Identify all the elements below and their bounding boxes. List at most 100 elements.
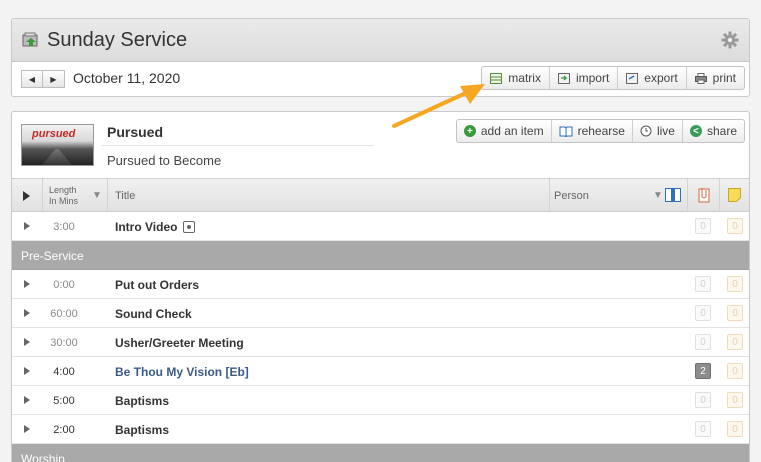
attachment-count[interactable]: 0 — [695, 276, 711, 292]
plan-items: 3:00 Intro Video 0 0 Pre-Service 0:00 Pu… — [12, 212, 749, 462]
section-header[interactable]: Worship — [12, 444, 749, 462]
table-row[interactable]: 5:00 Baptisms 0 0 — [12, 386, 749, 415]
plan-title: Pursued — [107, 124, 164, 140]
expand-triangle-icon[interactable] — [24, 338, 30, 346]
item-title-text: Intro Video — [115, 220, 178, 234]
item-title[interactable]: Baptisms — [115, 394, 169, 408]
attachment-count[interactable]: 0 — [695, 421, 711, 437]
page-title: Sunday Service — [47, 29, 188, 51]
print-label: print — [712, 71, 736, 85]
thumbnail-road — [42, 149, 72, 165]
item-title[interactable]: Usher/Greeter Meeting — [115, 336, 244, 350]
item-title[interactable]: Sound Check — [115, 307, 192, 321]
item-title[interactable]: Put out Orders — [115, 278, 199, 292]
note-count[interactable]: 0 — [727, 334, 743, 350]
clock-icon — [640, 125, 652, 137]
note-count[interactable]: 0 — [727, 392, 743, 408]
item-length: 5:00 — [53, 395, 75, 407]
import-button[interactable]: import — [548, 67, 617, 89]
annotation-arrow-icon — [392, 84, 485, 128]
plan-header-panel: Sunday Service ◀ ▶ October 11, 2020 matr… — [11, 18, 750, 97]
expand-triangle-icon[interactable] — [24, 280, 30, 288]
service-type-icon — [22, 32, 38, 47]
plan-actions: + add an item rehearse live < share — [455, 119, 745, 143]
plan-info: pursued Pursued Pursued to Become + add … — [12, 112, 749, 178]
item-title[interactable]: Baptisms — [115, 423, 169, 437]
section-title: Pre-Service — [21, 249, 84, 263]
live-label: live — [656, 124, 675, 138]
attachment-count[interactable]: 0 — [695, 392, 711, 408]
title-bar: Sunday Service — [12, 19, 749, 62]
thumbnail-logo-text: pursued — [32, 128, 76, 140]
share-icon: < — [689, 125, 702, 137]
share-label: share — [706, 124, 737, 138]
plan-subtitle: Pursued to Become — [107, 153, 222, 168]
song-title-link[interactable]: Be Thou My Vision [Eb] — [115, 365, 249, 379]
note-icon[interactable] — [728, 188, 741, 202]
rehearse-label: rehearse — [577, 124, 625, 138]
gear-icon[interactable] — [721, 31, 739, 49]
table-row[interactable]: 30:00 Usher/Greeter Meeting 0 0 — [12, 328, 749, 357]
expand-triangle-icon[interactable] — [24, 222, 30, 230]
book-icon — [559, 126, 573, 137]
note-count[interactable]: 0 — [727, 305, 743, 321]
columns-icon[interactable] — [665, 188, 681, 202]
import-label: import — [575, 71, 610, 85]
export-icon — [626, 72, 639, 84]
rehearse-button[interactable]: rehearse — [550, 120, 632, 142]
table-row[interactable]: 60:00 Sound Check 0 0 — [12, 299, 749, 328]
expand-all-toggle[interactable] — [23, 179, 30, 212]
import-icon — [557, 72, 570, 84]
live-button[interactable]: live — [631, 120, 682, 142]
video-icon[interactable] — [183, 221, 196, 233]
prev-date-button[interactable]: ◀ — [21, 70, 43, 88]
person-filter-icon[interactable]: ▼ — [653, 179, 663, 212]
export-label: export — [644, 71, 678, 85]
note-count[interactable]: 0 — [727, 218, 743, 234]
length-column-header[interactable]: Length In Mins — [49, 179, 78, 212]
section-header[interactable]: Pre-Service — [12, 241, 749, 270]
print-button[interactable]: print — [685, 67, 744, 89]
table-row[interactable]: 0:00 Put out Orders 0 0 — [12, 270, 749, 299]
expand-triangle-icon[interactable] — [24, 367, 30, 375]
note-count[interactable]: 0 — [727, 276, 743, 292]
printer-icon — [694, 72, 707, 84]
share-button[interactable]: < share — [681, 120, 744, 142]
table-header: Length In Mins ▼ Title Person ▼ — [12, 178, 749, 212]
plan-thumbnail[interactable]: pursued — [21, 124, 94, 166]
expand-triangle-icon[interactable] — [24, 396, 30, 404]
item-length: 3:00 — [53, 221, 75, 233]
attachment-count[interactable]: 0 — [695, 334, 711, 350]
plan-date: October 11, 2020 — [73, 70, 181, 86]
note-count[interactable]: 0 — [727, 421, 743, 437]
table-row[interactable]: 2:00 Baptisms 0 0 — [12, 415, 749, 444]
divider — [102, 145, 374, 146]
date-nav: ◀ ▶ — [21, 70, 65, 88]
matrix-icon — [490, 72, 503, 84]
date-bar: ◀ ▶ October 11, 2020 matrix import expor… — [12, 62, 749, 96]
matrix-button[interactable]: matrix — [482, 67, 549, 89]
person-column-header[interactable]: Person — [554, 179, 589, 212]
attachment-count[interactable]: 0 — [695, 218, 711, 234]
section-title: Worship — [21, 452, 65, 462]
table-row[interactable]: 4:00 Be Thou My Vision [Eb] 2 0 — [12, 357, 749, 386]
expand-triangle-icon[interactable] — [24, 425, 30, 433]
plan-toolbar: matrix import export print — [481, 66, 745, 90]
item-title[interactable]: Intro Video — [115, 220, 196, 234]
note-count[interactable]: 0 — [727, 363, 743, 379]
length-header-line1: Length — [49, 184, 77, 195]
attachment-count[interactable]: 2 — [695, 363, 711, 379]
expand-triangle-icon[interactable] — [24, 309, 30, 317]
title-column-header[interactable]: Title — [115, 179, 135, 212]
attachment-count[interactable]: 0 — [695, 305, 711, 321]
item-length: 2:00 — [53, 424, 75, 436]
next-date-button[interactable]: ▶ — [43, 70, 65, 88]
table-row[interactable]: 3:00 Intro Video 0 0 — [12, 212, 749, 241]
attachment-icon[interactable] — [698, 187, 710, 203]
length-sort-icon[interactable]: ▼ — [92, 179, 102, 212]
plan-panel: pursued Pursued Pursued to Become + add … — [11, 111, 750, 462]
length-header-line2: In Mins — [49, 195, 79, 206]
export-button[interactable]: export — [617, 67, 685, 89]
item-length: 30:00 — [50, 337, 78, 349]
play-triangle-icon — [23, 190, 30, 201]
